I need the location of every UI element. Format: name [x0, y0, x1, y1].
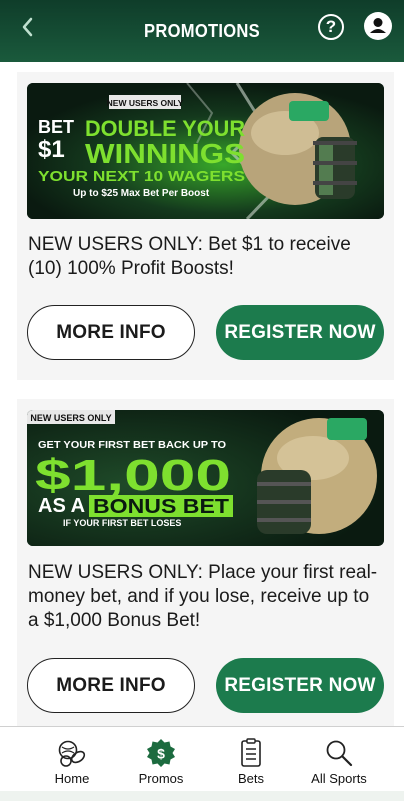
- register-now-button[interactable]: REGISTER NOW: [216, 305, 384, 360]
- footer-strip: [0, 791, 404, 801]
- help-button[interactable]: ?: [318, 14, 344, 40]
- bottom-nav: Home $ Promos Bets All Sports: [0, 726, 404, 791]
- banner-headline-2: WINNINGS: [85, 138, 245, 169]
- banner-as-a: AS A: [38, 495, 85, 517]
- banner-bet-amount: $1: [38, 136, 65, 163]
- nav-label-bets: Bets: [237, 771, 264, 786]
- sports-balls-icon: [58, 740, 86, 767]
- account-button[interactable]: [364, 12, 392, 40]
- banner-bonus-bet: BONUS BET: [93, 496, 229, 518]
- user-icon: [370, 18, 386, 33]
- promo-description: NEW USERS ONLY: Bet $1 to receive (10) 1…: [28, 234, 351, 279]
- page-title: PROMOTIONS: [144, 20, 260, 41]
- promo-card: NEW USERS ONLY GET YOUR FIRST BET BACK U…: [17, 399, 394, 726]
- promo-banner-image[interactable]: NEW USERS ONLY BET $1 DOUBLE YOUR WINNIN…: [27, 83, 384, 219]
- banner-bet-word: BET: [38, 117, 74, 137]
- chevron-left-icon: [22, 17, 33, 37]
- nav-item-home[interactable]: Home: [27, 727, 117, 792]
- betslip-icon: [241, 738, 261, 767]
- nav-item-all-sports[interactable]: All Sports: [294, 727, 384, 792]
- promo-banner-graphic: NEW USERS ONLY BET $1 DOUBLE YOUR WINNIN…: [27, 83, 384, 219]
- promo-description: NEW USERS ONLY: Place your first real-mo…: [28, 562, 378, 631]
- back-button[interactable]: [18, 14, 38, 40]
- dollar-badge-icon: $: [147, 739, 175, 767]
- nav-item-promos[interactable]: $ Promos: [116, 727, 206, 792]
- more-info-button[interactable]: MORE INFO: [27, 658, 195, 713]
- promo-banner-graphic: NEW USERS ONLY GET YOUR FIRST BET BACK U…: [27, 410, 384, 546]
- promo-card: NEW USERS ONLY BET $1 DOUBLE YOUR WINNIN…: [17, 72, 394, 380]
- question-icon: ?: [325, 17, 337, 36]
- promo-banner-image[interactable]: NEW USERS ONLY GET YOUR FIRST BET BACK U…: [27, 410, 384, 546]
- search-icon: [326, 740, 353, 767]
- register-now-button[interactable]: REGISTER NOW: [216, 658, 384, 713]
- nav-label-promos: Promos: [138, 771, 184, 786]
- nav-label-all-sports: All Sports: [311, 771, 367, 786]
- more-info-button[interactable]: MORE INFO: [27, 305, 195, 360]
- banner-headline-3: YOUR NEXT 10 WAGERS: [38, 168, 245, 185]
- svg-text:$: $: [157, 746, 165, 762]
- nav-item-bets[interactable]: Bets: [206, 727, 296, 792]
- banner-amount: $1,000: [35, 451, 231, 500]
- banner-tag: NEW USERS ONLY: [30, 413, 111, 423]
- banner-line-1: GET YOUR FIRST BET BACK UP TO: [38, 439, 226, 451]
- app-header: PROMOTIONS ?: [0, 0, 404, 62]
- banner-line-last: IF YOUR FIRST BET LOSES: [63, 518, 181, 528]
- banner-fine-print: Up to $25 Max Bet Per Boost: [73, 188, 210, 199]
- banner-tag: NEW USERS ONLY: [107, 98, 184, 108]
- nav-label-home: Home: [54, 771, 90, 786]
- promotions-list[interactable]: NEW USERS ONLY BET $1 DOUBLE YOUR WINNIN…: [0, 62, 404, 726]
